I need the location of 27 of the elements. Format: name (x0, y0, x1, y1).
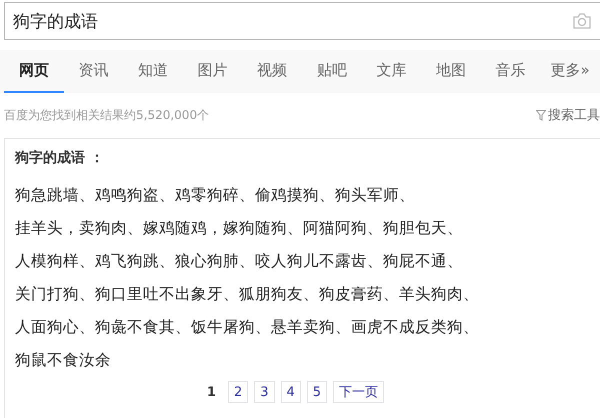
nav-tab[interactable]: 更多» (540, 50, 600, 93)
idiom-list-line: 关门打狗、狗口里吐不出象牙、狐朋狗友、狗皮膏药、羊头狗肉、 (15, 284, 480, 305)
idiom-list-line: 挂羊头，卖狗肉、嫁鸡随鸡，嫁狗随狗、阿猫阿狗、狗胆包天、 (15, 218, 464, 239)
page-link[interactable]: 3 (254, 381, 275, 403)
page-link[interactable]: 4 (280, 381, 301, 403)
nav-tab[interactable]: 文库 (362, 50, 422, 93)
search-field[interactable]: 狗字的成语 (4, 2, 600, 40)
nav-tab[interactable]: 图片 (182, 50, 242, 93)
idiom-list-line: 人面狗心、狗彘不食其、饭牛屠狗、悬羊卖狗、画虎不成反类狗、 (15, 317, 480, 338)
nav-tab[interactable]: 地图 (421, 50, 481, 93)
nav-tab[interactable]: 视频 (242, 50, 302, 93)
result-count: 百度为您找到相关结果约5,520,000个 (4, 106, 210, 124)
nav-tab[interactable]: 音乐 (480, 50, 540, 93)
page-link[interactable]: 下一页 (333, 381, 384, 403)
camera-icon[interactable] (572, 13, 592, 29)
nav-tab[interactable]: 贴吧 (302, 50, 362, 93)
idiom-list-line: 狗急跳墙、鸡鸣狗盗、鸡零狗碎、偷鸡摸狗、狗头军师、 (15, 185, 416, 206)
page-link[interactable]: 5 (306, 381, 328, 403)
page-link[interactable]: 2 (228, 381, 248, 403)
card-title: 狗字的成语 ： (15, 149, 105, 168)
idiom-list-line: 人模狗样、鸡飞狗跳、狼心狗肺、咬人狗儿不露齿、狗屁不通、 (15, 251, 464, 272)
idiom-list-line: 狗鼠不食汝余 (15, 350, 112, 371)
nav-tab[interactable]: 网页 (4, 50, 64, 93)
nav-tab[interactable]: 知道 (123, 50, 183, 93)
filter-icon (536, 110, 546, 120)
nav-tab[interactable]: 资讯 (64, 50, 124, 93)
search-tools-button[interactable]: 搜索工具 (536, 106, 600, 124)
